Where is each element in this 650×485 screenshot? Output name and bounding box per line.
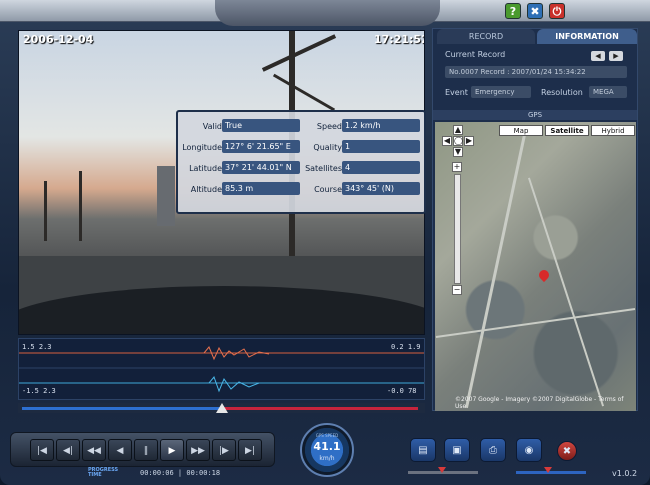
next-file-button[interactable]: |▶ xyxy=(212,439,236,461)
time-total: 00:00:18 xyxy=(186,469,221,477)
gps-section-bar: GPS xyxy=(433,110,637,120)
progress-played xyxy=(22,407,222,410)
pan-left-icon[interactable]: ◀ xyxy=(442,136,452,146)
gps-satellites-value: 4 xyxy=(342,161,420,174)
wave-label-top-left: 1.5 2.3 xyxy=(22,343,52,351)
map-mode-satellite[interactable]: Satellite xyxy=(545,125,589,136)
speed-value: 41.1 xyxy=(313,440,341,453)
save-button[interactable]: ▣ xyxy=(444,438,470,462)
version-label: v1.0.2 xyxy=(612,469,638,478)
time-current: 00:00:06 xyxy=(140,469,174,477)
pan-right-icon[interactable]: ▶ xyxy=(464,136,474,146)
zoom-slider[interactable] xyxy=(454,174,461,284)
map-credit: ©2007 Google - Imagery ©2007 DigitalGlob… xyxy=(455,396,624,410)
gps-longitude-label: Longitude xyxy=(182,143,222,152)
map-road xyxy=(435,308,636,338)
map-road xyxy=(464,124,529,409)
video-time: 17:21:52 xyxy=(374,33,425,46)
zoom-out-button[interactable]: − xyxy=(452,285,462,295)
gps-info-popup: Valid True Speed 1.2 km/h Longitude 127°… xyxy=(176,110,426,214)
info-panel: RECORD INFORMATION Current Record ◀ ▶ No… xyxy=(432,28,638,411)
tab-record[interactable]: RECORD xyxy=(437,29,535,44)
title-notch xyxy=(215,0,440,26)
gsensor-waveform: 1.5 2.3 0.2 1.9 -1.5 2.3 -0.0 78 xyxy=(18,338,425,400)
speed-label: GPS SPEED xyxy=(315,433,339,438)
map-mode-hybrid[interactable]: Hybrid xyxy=(591,125,635,136)
video-date: 2006-12-04 xyxy=(23,33,94,46)
progress-time-tag: PROGRESS TIME xyxy=(88,467,119,478)
prev-record-button[interactable]: ◀ xyxy=(591,51,605,61)
location-pin-icon xyxy=(536,267,552,283)
current-record-label: Current Record xyxy=(445,50,506,59)
progress-remaining xyxy=(222,407,418,410)
tab-record-label: RECORD xyxy=(468,32,504,41)
progress-handle[interactable] xyxy=(216,403,228,413)
wave-spikes-bottom xyxy=(208,376,260,393)
playback-progress[interactable] xyxy=(18,403,425,413)
gps-satellites-label: Satellites xyxy=(305,164,342,173)
speedometer: GPS SPEED 41.1 km/h xyxy=(300,423,354,477)
wave-label-bottom-right: -0.0 78 xyxy=(387,387,417,395)
gps-altitude-label: Altitude xyxy=(190,185,222,194)
pan-down-icon[interactable]: ▼ xyxy=(453,147,463,157)
close-button[interactable]: ⏻ xyxy=(549,3,565,19)
step-back-button[interactable]: ◀ xyxy=(108,439,132,461)
video-building xyxy=(157,166,175,226)
satellite-map[interactable]: Map Satellite Hybrid ▲ ◀ ◯ ▶ ▼ + − ©2007… xyxy=(435,122,636,411)
play-button[interactable]: ▶ xyxy=(160,439,184,461)
pan-center-icon[interactable]: ◯ xyxy=(453,136,463,146)
video-branch xyxy=(261,34,337,72)
gps-course-label: Course xyxy=(314,185,342,194)
fast-forward-button[interactable]: ▶▶ xyxy=(186,439,210,461)
pan-up-icon[interactable]: ▲ xyxy=(453,125,463,135)
event-field: Emergency xyxy=(471,86,531,98)
volume-handle[interactable] xyxy=(544,467,552,473)
gps-latitude-label: Latitude xyxy=(189,164,222,173)
gps-altitude-value: 85.3 m xyxy=(222,182,300,195)
gps-course-value: 343° 45' (N) xyxy=(342,182,420,195)
wave-label-bottom-left: -1.5 2.3 xyxy=(22,387,56,395)
current-record-field: No.0007 Record : 2007/01/24 15:34:22 xyxy=(445,66,627,78)
gps-quality-label: Quality xyxy=(313,143,342,152)
tab-information-label: INFORMATION xyxy=(555,32,619,41)
gps-speed-label: Speed xyxy=(316,122,342,131)
video-branch xyxy=(272,73,336,112)
print-button[interactable]: ⎙ xyxy=(480,438,506,462)
time-display: 00:00:06 | 00:00:18 xyxy=(140,469,221,477)
map-road xyxy=(527,177,605,407)
next-record-button[interactable]: ▶ xyxy=(609,51,623,61)
map-mode-map[interactable]: Map xyxy=(499,125,543,136)
video-tree xyxy=(79,171,82,241)
zoom-in-button[interactable]: + xyxy=(452,162,462,172)
gps-valid-value: True xyxy=(222,119,300,132)
event-label: Event xyxy=(445,88,468,97)
end-button[interactable]: ▶| xyxy=(238,439,262,461)
gps-longitude-value: 127° 6' 21.65" E xyxy=(222,140,300,153)
snapshot-button[interactable]: ◉ xyxy=(516,438,542,462)
book-button[interactable]: ▤ xyxy=(410,438,436,462)
tab-information[interactable]: INFORMATION xyxy=(537,29,637,44)
tools-button[interactable]: ✖ xyxy=(557,441,577,461)
playback-controls: |◀ ◀| ◀◀ ◀ ‖ ▶ ▶▶ |▶ ▶| xyxy=(10,432,275,467)
minimize-button[interactable]: ✖ xyxy=(527,3,543,19)
gps-latitude-value: 37° 21' 44.01" N xyxy=(222,161,300,174)
video-tree xyxy=(44,181,47,241)
gps-speed-value: 1.2 km/h xyxy=(342,119,420,132)
gps-valid-label: Valid xyxy=(202,122,222,131)
waveform-graph xyxy=(19,346,424,393)
pause-button[interactable]: ‖ xyxy=(134,439,158,461)
rewind-button[interactable]: ◀◀ xyxy=(82,439,106,461)
speed-unit: km/h xyxy=(319,455,335,462)
resolution-field: MEGA xyxy=(589,86,627,98)
resolution-label: Resolution xyxy=(541,88,583,97)
gps-quality-value: 1 xyxy=(342,140,420,153)
gps-section-label: GPS xyxy=(527,111,543,119)
prev-file-button[interactable]: ◀| xyxy=(56,439,80,461)
help-button[interactable]: ? xyxy=(505,3,521,19)
brightness-handle[interactable] xyxy=(438,467,446,473)
begin-button[interactable]: |◀ xyxy=(30,439,54,461)
wave-label-top-right: 0.2 1.9 xyxy=(391,343,421,351)
app-window: ? ✖ ⏻ 2006-12-04 17:21:52 Valid True Spe… xyxy=(0,0,650,485)
